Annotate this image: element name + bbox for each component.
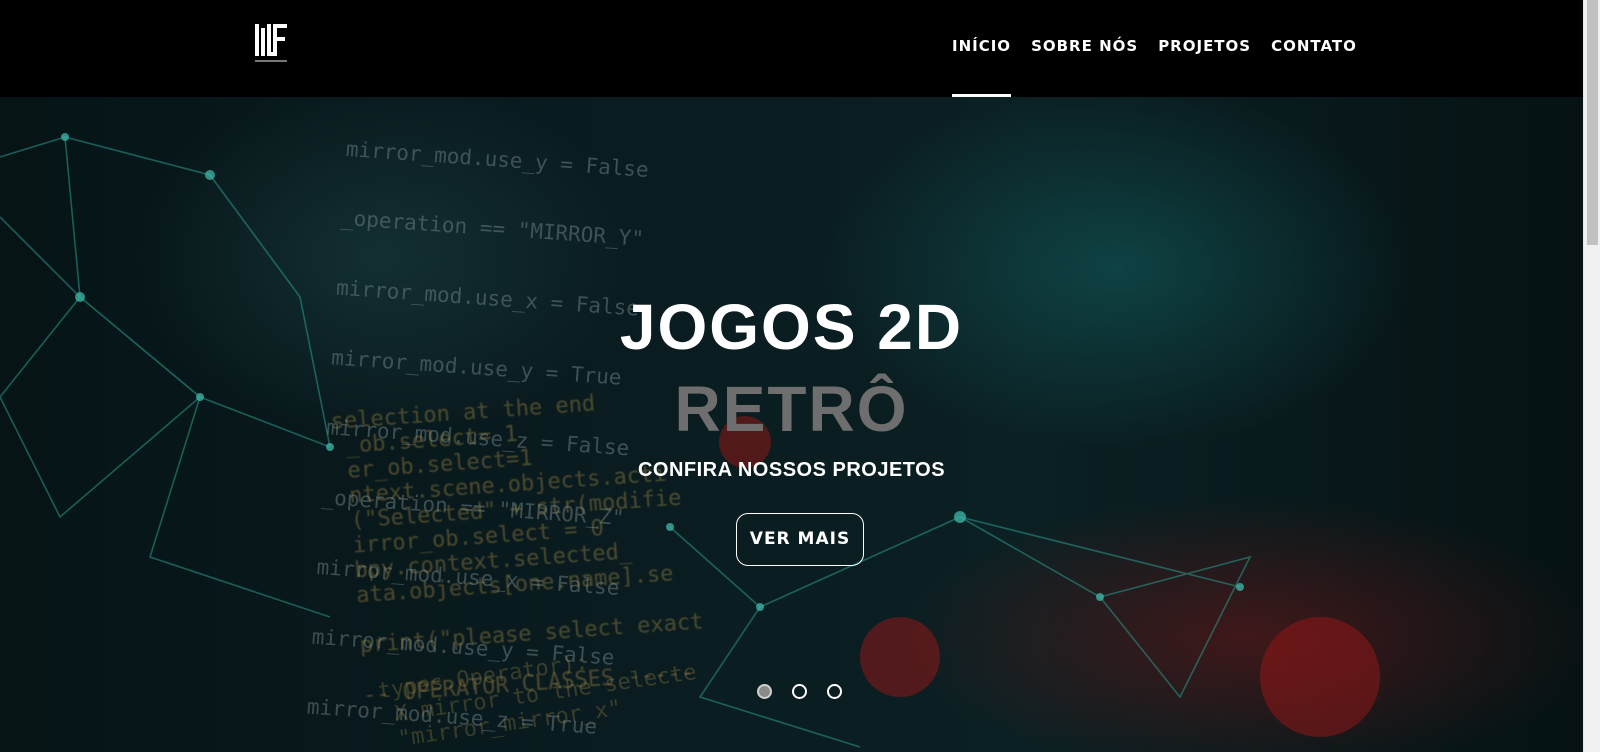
page-scrollbar[interactable] [1583, 0, 1600, 752]
nav-item-sobre-nos[interactable]: SOBRE NÓS [1031, 37, 1138, 97]
slider-dot-1[interactable] [757, 684, 772, 699]
scrollbar-thumb[interactable] [1587, 0, 1598, 245]
mlf-logo-icon[interactable] [255, 24, 289, 68]
nav-item-inicio[interactable]: INÍCIO [952, 37, 1012, 97]
ver-mais-button[interactable]: VER MAIS [736, 513, 864, 566]
slider-dot-2[interactable] [792, 684, 807, 699]
main-nav: INÍCIO SOBRE NÓS PROJETOS CONTATO [952, 37, 1377, 97]
hero-slider: mirror_mod.use_y = False _operation == "… [0, 97, 1583, 752]
nav-item-contato[interactable]: CONTATO [1271, 37, 1357, 97]
hero-tagline: CONFIRA NOSSOS PROJETOS [637, 459, 946, 481]
slider-pagination [757, 684, 862, 699]
slider-dot-3[interactable] [827, 684, 842, 699]
top-navbar: INÍCIO SOBRE NÓS PROJETOS CONTATO [0, 0, 1583, 97]
nav-item-projetos[interactable]: PROJETOS [1158, 37, 1251, 97]
hero-title: JOGOS 2D [619, 291, 964, 363]
hero-subtitle: RETRÔ [674, 373, 909, 445]
